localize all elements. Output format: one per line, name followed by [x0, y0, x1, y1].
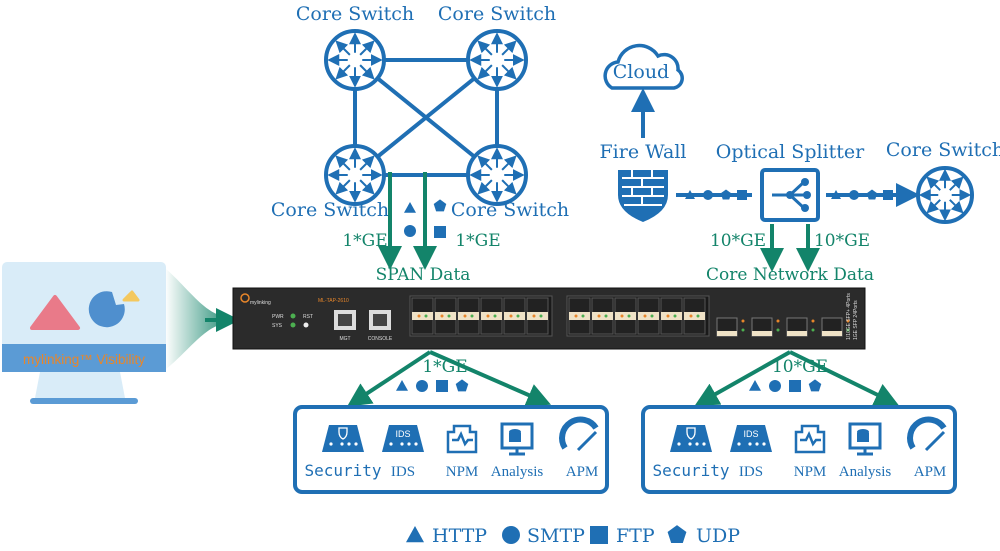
core-switch-icon — [324, 29, 386, 91]
circle-icon — [849, 190, 859, 200]
square-icon — [436, 380, 448, 392]
square-icon — [883, 190, 893, 200]
pentagon-icon — [433, 199, 447, 212]
monitor-label: mylinking™ Visibility — [23, 352, 145, 367]
pwr-led — [290, 313, 296, 319]
rst-label: RST — [303, 314, 313, 320]
core-switch-icon — [324, 144, 386, 206]
circle-icon — [416, 380, 428, 392]
circle-icon — [502, 526, 520, 544]
device-side-label: 1GE SFP 24Ports — [853, 300, 859, 340]
pentagon-icon — [720, 189, 732, 200]
pentagon-icon — [808, 379, 822, 392]
triangle-icon — [749, 380, 761, 391]
ids-badge: IDS — [395, 429, 410, 439]
tool-group: 10*GE IDS Security IDS NPM Analysis APM — [641, 350, 957, 494]
legend-label: UDP — [696, 525, 740, 547]
legend-item-udp: UDP — [667, 525, 740, 547]
core-switch-label: Core Switch — [451, 199, 569, 221]
legend-label: SMTP — [527, 525, 585, 547]
tool-label-ids: IDS — [391, 464, 415, 480]
cloud-label: Cloud — [613, 61, 669, 83]
circle-icon — [769, 380, 781, 392]
tool-label-ids: IDS — [739, 464, 763, 480]
core-switch-label: Core Switch — [271, 199, 389, 221]
link-speed-label: 10*GE — [710, 231, 766, 251]
mgt-label: MGT — [339, 336, 350, 342]
diagram-canvas: Core Switch Core Switch Core Switch Core… — [2, 3, 1000, 547]
link-speed-label: 1*GE — [342, 231, 387, 251]
pentagon-icon — [455, 379, 469, 392]
circle-icon — [703, 190, 713, 200]
tool-label-npm: NPM — [794, 464, 827, 480]
link-speed-label: 10*GE — [814, 231, 870, 251]
console-label: CONSOLE — [368, 336, 393, 342]
optical-splitter-icon — [760, 168, 820, 222]
tool-label-analysis: Analysis — [491, 464, 544, 480]
square-icon — [789, 380, 801, 392]
device-brand: mylinking — [250, 300, 271, 306]
pentagon-icon — [667, 525, 687, 544]
legend-item-ftp: FTP — [590, 525, 655, 547]
pentagon-icon — [866, 189, 878, 200]
reset-button[interactable] — [303, 322, 309, 328]
sys-label: SYS — [272, 323, 283, 329]
triangle-icon — [396, 380, 408, 391]
core-switch-label: Core Switch — [296, 3, 414, 25]
visibility-monitor: mylinking™ Visibility — [2, 262, 240, 404]
legend-item-smtp: SMTP — [502, 525, 585, 547]
splitter-label: Optical Splitter — [716, 141, 865, 163]
circle-icon — [404, 225, 416, 237]
core-switch-icon — [466, 144, 528, 206]
core-switch-label: Core Switch — [886, 139, 1000, 161]
span-data-label: SPAN Data — [376, 265, 471, 285]
link-speed-label: 10*GE — [772, 357, 828, 377]
protocol-legend: HTTP SMTP FTP UDP — [406, 525, 740, 547]
triangle-icon — [404, 202, 416, 213]
firewall-label: Fire Wall — [600, 141, 687, 163]
legend-label: HTTP — [432, 525, 487, 547]
ids-badge: IDS — [743, 429, 758, 439]
tool-label-security: Security — [304, 461, 381, 480]
device-model: ML-TAP-2610 — [318, 298, 349, 304]
square-icon — [434, 226, 446, 238]
firewall-icon — [618, 170, 668, 222]
square-icon — [737, 190, 747, 200]
tool-label-analysis: Analysis — [839, 464, 892, 480]
network-tap-device: mylinking ML-TAP-2610 PWR SYS RST MGT CO… — [232, 287, 866, 350]
core-switch-label: Core Switch — [438, 3, 556, 25]
square-icon — [590, 526, 608, 544]
tool-label-apm: APM — [914, 464, 947, 480]
output-arrow — [346, 350, 432, 407]
link-speed-label: 1*GE — [422, 357, 467, 377]
sys-led — [290, 322, 296, 328]
tool-group: 1*GE IDS Security IDS NPM Analysis APM — [293, 350, 609, 494]
core-switch-icon — [466, 29, 528, 91]
core-network-data-label: Core Network Data — [706, 265, 874, 285]
triangle-icon — [406, 526, 424, 543]
link-speed-label: 1*GE — [455, 231, 500, 251]
pwr-label: PWR — [272, 314, 284, 320]
tool-label-npm: NPM — [446, 464, 479, 480]
legend-label: FTP — [616, 525, 655, 547]
tool-label-apm: APM — [566, 464, 599, 480]
device-side-label: 1/10GE SFP+ 4Ports — [846, 293, 852, 340]
tool-label-security: Security — [652, 461, 729, 480]
core-switch-icon — [916, 166, 974, 224]
network-tap-diagram: Core Switch Core Switch Core Switch Core… — [0, 0, 1000, 551]
legend-item-http: HTTP — [406, 525, 487, 547]
